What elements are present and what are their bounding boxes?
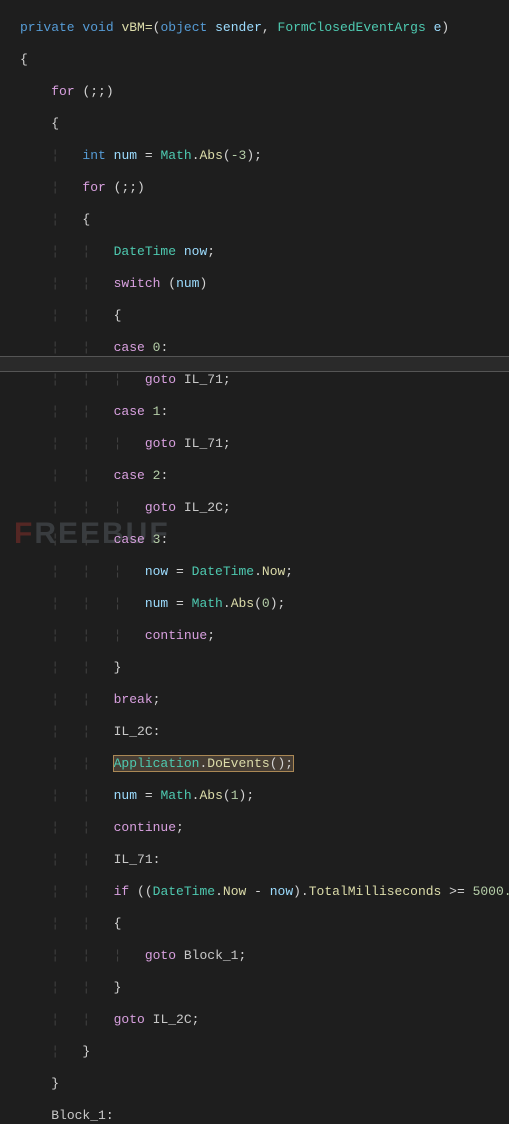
type-application: Application [114,756,200,771]
code-line: ¦ ¦ ¦ goto Block_1; [20,948,509,964]
code-line: ¦ ¦ ¦ goto IL_2C; [20,500,509,516]
type-datetime: DateTime [153,884,215,899]
code-line: ¦ ¦ break; [20,692,509,708]
code-line: ¦ ¦ case 0: [20,340,509,356]
label-def: Block_1 [51,1108,106,1123]
code-line: { [20,52,509,68]
code-line: ¦ ¦ goto IL_2C; [20,1012,509,1028]
type-math: Math [192,596,223,611]
code-line: for (;;) [20,84,509,100]
code-line: ¦ ¦ IL_71: [20,852,509,868]
method-abs: Abs [200,148,223,163]
code-line: ¦ ¦ { [20,308,509,324]
keyword-goto: goto [145,948,176,963]
method-doevents: DoEvents [207,756,269,771]
keyword-void: void [82,20,113,35]
for-condition: (;;) [82,84,113,99]
code-line: ¦ ¦ IL_2C: [20,724,509,740]
keyword-break: break [114,692,153,707]
keyword-goto: goto [145,500,176,515]
number-literal: 5000.0 [473,884,509,899]
keyword-continue: continue [114,820,176,835]
keyword-goto: goto [145,372,176,387]
keyword-for: for [51,84,74,99]
code-line: ¦ ¦ ¦ goto IL_71; [20,436,509,452]
label-def: IL_71 [114,852,153,867]
goto-label: Block_1 [184,948,239,963]
code-line: Block_1: [20,1108,509,1124]
number-literal: 1 [231,788,239,803]
var-name: num [114,148,137,163]
code-line: ¦ ¦ Application.DoEvents(); [20,756,509,772]
keyword-case: case [114,468,145,483]
code-line: { [20,116,509,132]
code-line: ¦ ¦ ¦ now = DateTime.Now; [20,564,509,580]
keyword-goto: goto [145,436,176,451]
code-editor[interactable]: private void vBM=(object sender, FormClo… [0,0,509,1124]
code-line: ¦ ¦ ¦ num = Math.Abs(0); [20,596,509,612]
property-now: Now [223,884,246,899]
goto-label: IL_71 [184,372,223,387]
method-abs: Abs [231,596,254,611]
goto-label: IL_2C [184,500,223,515]
keyword-goto: goto [114,1012,145,1027]
code-line: private void vBM=(object sender, FormClo… [20,20,509,36]
param-name: sender [215,20,262,35]
type-datetime: DateTime [192,564,254,579]
code-line: ¦ ¦ switch (num) [20,276,509,292]
code-line: ¦ int num = Math.Abs(-3); [20,148,509,164]
code-line: ¦ } [20,1044,509,1060]
keyword-private: private [20,20,75,35]
var-name: now [184,244,207,259]
code-line: ¦ ¦ DateTime now; [20,244,509,260]
keyword-case: case [114,340,145,355]
code-line: ¦ ¦ num = Math.Abs(1); [20,788,509,804]
code-line: ¦ ¦ } [20,980,509,996]
keyword-for: for [82,180,105,195]
goto-label: IL_2C [153,1012,192,1027]
param-type: object [160,20,207,35]
keyword-case: case [114,532,145,547]
number-literal: 0 [262,596,270,611]
type-math: Math [160,148,191,163]
var-ref: num [145,596,168,611]
number-literal: -3 [231,148,247,163]
keyword-int: int [82,148,105,163]
code-line: ¦ ¦ ¦ goto IL_71; [20,372,509,388]
code-line: ¦ ¦ } [20,660,509,676]
code-line: ¦ ¦ if ((DateTime.Now - now).TotalMillis… [20,884,509,900]
keyword-if: if [114,884,130,899]
code-line: ¦ ¦ case 2: [20,468,509,484]
goto-label: IL_71 [184,436,223,451]
for-condition: (;;) [114,180,145,195]
var-ref: now [270,884,293,899]
code-line: ¦ for (;;) [20,180,509,196]
var-ref: num [176,276,199,291]
keyword-continue: continue [145,628,207,643]
code-line: } [20,1076,509,1092]
type-math: Math [160,788,191,803]
code-line: ¦ ¦ case 3: [20,532,509,548]
code-line: ¦ ¦ ¦ continue; [20,628,509,644]
var-ref: num [114,788,137,803]
keyword-case: case [114,404,145,419]
var-ref: now [145,564,168,579]
param-type: FormClosedEventArgs [278,20,426,35]
method-abs: Abs [199,788,222,803]
method-name: vBM= [121,20,152,35]
code-line: ¦ ¦ case 1: [20,404,509,420]
type-datetime: DateTime [114,244,176,259]
label-def: IL_2C [114,724,153,739]
keyword-switch: switch [114,276,161,291]
code-line: ¦ ¦ continue; [20,820,509,836]
code-line: ¦ ¦ { [20,916,509,932]
property-now: Now [262,564,285,579]
code-line: ¦ { [20,212,509,228]
property-tms: TotalMilliseconds [309,884,442,899]
